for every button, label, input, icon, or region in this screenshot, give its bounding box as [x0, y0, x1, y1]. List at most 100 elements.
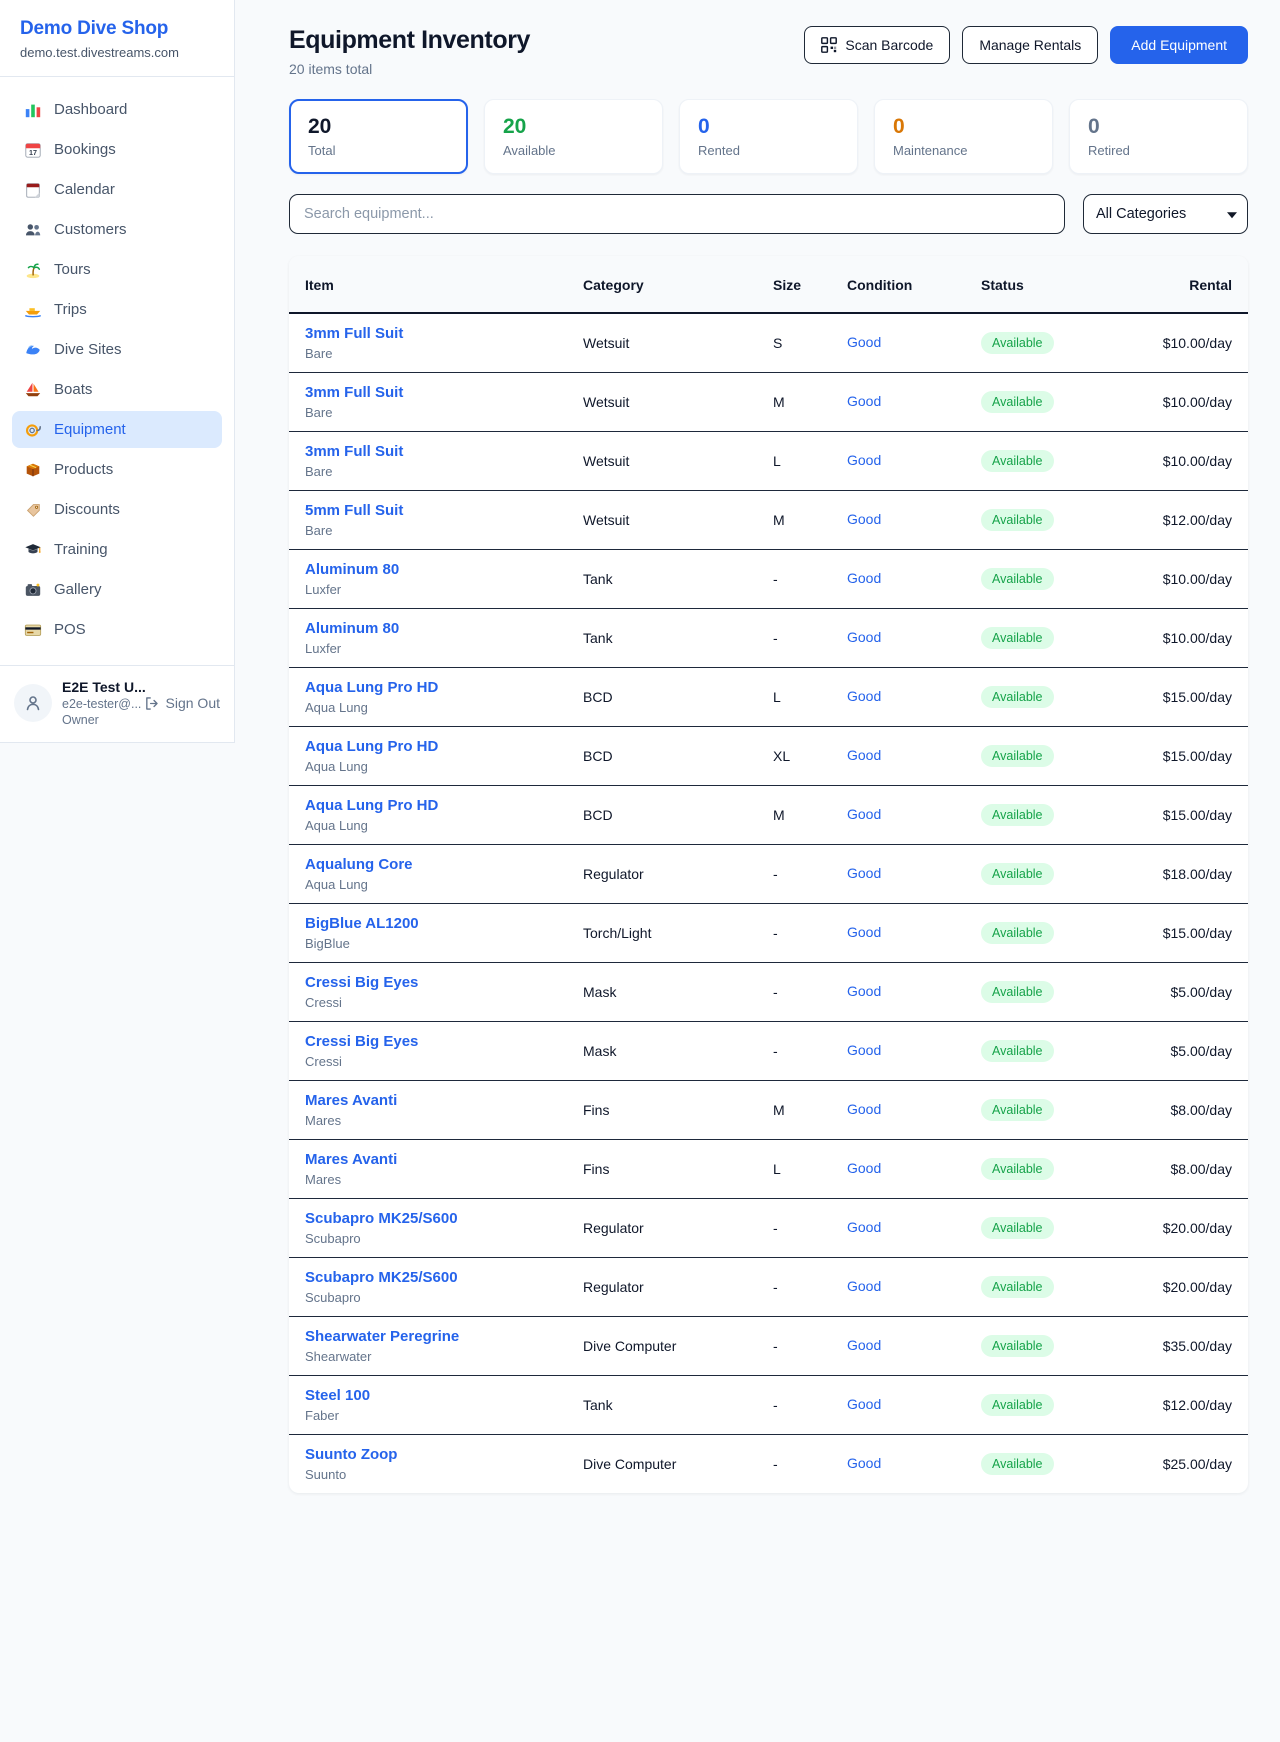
- sidebar-item-dive-sites[interactable]: Dive Sites: [12, 331, 222, 368]
- cell-category: Tank: [583, 609, 773, 668]
- stat-card-rented[interactable]: 0Rented: [679, 99, 858, 174]
- sidebar-item-discounts[interactable]: Discounts: [12, 491, 222, 528]
- cell-item: Steel 100Faber: [289, 1376, 583, 1435]
- status-badge: Available: [981, 804, 1054, 826]
- sidebar-item-tours[interactable]: Tours: [12, 251, 222, 288]
- equipment-table-card: Item Category Size Condition Status Rent…: [289, 256, 1248, 1493]
- item-name-link[interactable]: 3mm Full Suit: [305, 443, 583, 460]
- cell-condition: Good: [847, 373, 981, 432]
- sidebar-item-trips[interactable]: Trips: [12, 291, 222, 328]
- condition-link[interactable]: Good: [847, 1042, 881, 1058]
- cell-item: Aluminum 80Luxfer: [289, 550, 583, 609]
- condition-link[interactable]: Good: [847, 865, 881, 881]
- item-name-link[interactable]: Cressi Big Eyes: [305, 1033, 583, 1050]
- cell-item: Aqualung Core Aqua Lung: [289, 845, 583, 904]
- cell-rental: $15.00/day: [1131, 668, 1248, 727]
- condition-link[interactable]: Good: [847, 806, 881, 822]
- cell-rental: $35.00/day: [1131, 1317, 1248, 1376]
- condition-link[interactable]: Good: [847, 1101, 881, 1117]
- sidebar-item-customers[interactable]: Customers: [12, 211, 222, 248]
- sidebar-item-pos[interactable]: POS: [12, 611, 222, 648]
- condition-link[interactable]: Good: [847, 1160, 881, 1176]
- condition-link[interactable]: Good: [847, 1219, 881, 1235]
- condition-link[interactable]: Good: [847, 334, 881, 350]
- sidebar-item-label: Discounts: [54, 501, 120, 518]
- cell-rental: $10.00/day: [1131, 373, 1248, 432]
- item-name-link[interactable]: Mares Avanti: [305, 1092, 583, 1109]
- item-brand: Bare: [305, 346, 583, 361]
- condition-link[interactable]: Good: [847, 1455, 881, 1471]
- cell-status: Available: [981, 609, 1131, 668]
- condition-link[interactable]: Good: [847, 511, 881, 527]
- item-name-link[interactable]: Shearwater Peregrine: [305, 1328, 583, 1345]
- item-brand: Aqua Lung: [305, 877, 583, 892]
- stat-card-maintenance[interactable]: 0Maintenance: [874, 99, 1053, 174]
- condition-link[interactable]: Good: [847, 629, 881, 645]
- condition-link[interactable]: Good: [847, 688, 881, 704]
- manage-rentals-button[interactable]: Manage Rentals: [962, 26, 1098, 64]
- condition-link[interactable]: Good: [847, 747, 881, 763]
- item-name-link[interactable]: 5mm Full Suit: [305, 502, 583, 519]
- item-name-link[interactable]: BigBlue AL1200: [305, 915, 583, 932]
- item-name-link[interactable]: Aqualung Core: [305, 856, 583, 873]
- sidebar-item-gallery[interactable]: Gallery: [12, 571, 222, 608]
- sidebar-item-dashboard[interactable]: Dashboard: [12, 91, 222, 128]
- motorboat-icon: [23, 300, 42, 319]
- stat-value: 20: [308, 115, 449, 139]
- sidebar-item-boats[interactable]: Boats: [12, 371, 222, 408]
- cell-rental: $20.00/day: [1131, 1199, 1248, 1258]
- item-name-link[interactable]: Aqua Lung Pro HD: [305, 679, 583, 696]
- cell-status: Available: [981, 491, 1131, 550]
- item-brand: Scubapro: [305, 1231, 583, 1246]
- cell-category: Tank: [583, 550, 773, 609]
- cell-item: Shearwater PeregrineShearwater: [289, 1317, 583, 1376]
- items-total-text: 20 items total: [289, 61, 530, 77]
- item-name-link[interactable]: Scubapro MK25/S600: [305, 1269, 583, 1286]
- table-row: Shearwater PeregrineShearwaterDive Compu…: [289, 1317, 1248, 1376]
- item-name-link[interactable]: Scubapro MK25/S600: [305, 1210, 583, 1227]
- stat-card-total[interactable]: 20Total: [289, 99, 468, 174]
- search-input[interactable]: [289, 194, 1065, 234]
- condition-link[interactable]: Good: [847, 983, 881, 999]
- cell-size: XL: [773, 727, 847, 786]
- condition-link[interactable]: Good: [847, 1337, 881, 1353]
- item-name-link[interactable]: Suunto Zoop: [305, 1446, 583, 1463]
- table-row: Aluminum 80LuxferTank-GoodAvailable$10.0…: [289, 609, 1248, 668]
- condition-link[interactable]: Good: [847, 393, 881, 409]
- sign-out-button[interactable]: Sign Out: [143, 695, 220, 712]
- sidebar-item-equipment[interactable]: Equipment: [12, 411, 222, 448]
- table-row: Cressi Big EyesCressiMask-GoodAvailable$…: [289, 1022, 1248, 1081]
- cell-condition: Good: [847, 845, 981, 904]
- item-name-link[interactable]: Aqua Lung Pro HD: [305, 738, 583, 755]
- cell-status: Available: [981, 1199, 1131, 1258]
- scan-barcode-button[interactable]: Scan Barcode: [804, 26, 950, 64]
- item-name-link[interactable]: Aluminum 80: [305, 561, 583, 578]
- item-name-link[interactable]: Mares Avanti: [305, 1151, 583, 1168]
- cell-condition: Good: [847, 1258, 981, 1317]
- item-name-link[interactable]: 3mm Full Suit: [305, 325, 583, 342]
- item-name-link[interactable]: Aqua Lung Pro HD: [305, 797, 583, 814]
- cell-category: Wetsuit: [583, 491, 773, 550]
- condition-link[interactable]: Good: [847, 1396, 881, 1412]
- cell-status: Available: [981, 727, 1131, 786]
- stat-card-available[interactable]: 20Available: [484, 99, 663, 174]
- sidebar-item-products[interactable]: Products: [12, 451, 222, 488]
- item-name-link[interactable]: 3mm Full Suit: [305, 384, 583, 401]
- cell-item: Aluminum 80 Luxfer: [289, 609, 583, 668]
- sidebar-item-bookings[interactable]: 17Bookings: [12, 131, 222, 168]
- item-name-link[interactable]: Aluminum 80: [305, 620, 583, 637]
- sidebar-item-calendar[interactable]: Calendar: [12, 171, 222, 208]
- sidebar-item-training[interactable]: Training: [12, 531, 222, 568]
- stat-card-retired[interactable]: 0Retired: [1069, 99, 1248, 174]
- add-equipment-button[interactable]: Add Equipment: [1110, 26, 1248, 64]
- condition-link[interactable]: Good: [847, 452, 881, 468]
- item-name-link[interactable]: Steel 100: [305, 1387, 583, 1404]
- sidebar-item-label: Dive Sites: [54, 341, 122, 358]
- condition-link[interactable]: Good: [847, 924, 881, 940]
- condition-link[interactable]: Good: [847, 570, 881, 586]
- item-brand: Luxfer: [305, 641, 583, 656]
- col-header-rental: Rental: [1131, 256, 1248, 313]
- item-name-link[interactable]: Cressi Big Eyes: [305, 974, 583, 991]
- condition-link[interactable]: Good: [847, 1278, 881, 1294]
- category-select[interactable]: All Categories: [1083, 194, 1248, 234]
